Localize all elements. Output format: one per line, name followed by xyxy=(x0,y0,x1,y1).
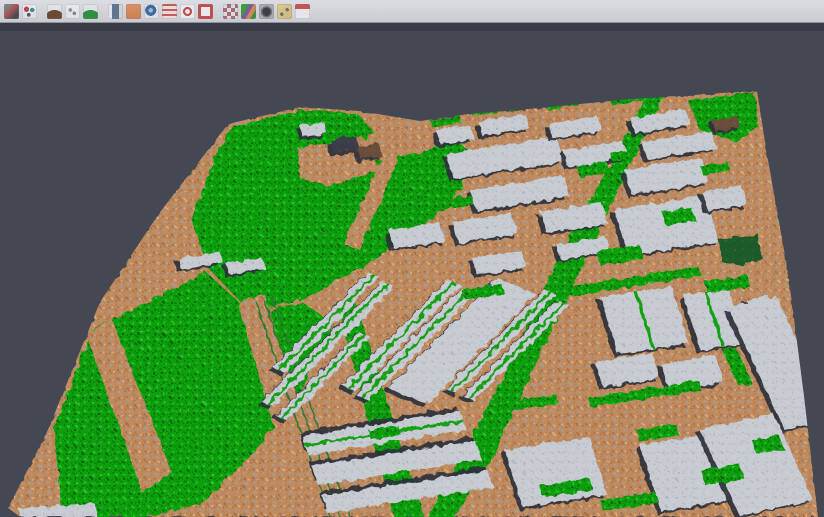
dtm-vegetation-icon[interactable] xyxy=(83,4,98,19)
app-window xyxy=(0,0,824,517)
zoom-extent-icon[interactable] xyxy=(198,4,213,19)
circle-select-icon[interactable] xyxy=(180,4,195,19)
sparse-points-icon[interactable] xyxy=(65,4,80,19)
viewport-3d-pointcloud[interactable] xyxy=(0,0,824,517)
clip-box-icon[interactable] xyxy=(295,4,310,19)
pointcloud-scene xyxy=(0,0,824,517)
toolbar-separator xyxy=(38,4,45,19)
point-cloud-icon[interactable] xyxy=(22,4,37,19)
toolbar-separator xyxy=(99,4,106,19)
point-speckle-overlay xyxy=(0,0,824,517)
dsm-terrain-icon[interactable] xyxy=(47,4,62,19)
under-toolbar-band xyxy=(0,23,824,31)
toolbar xyxy=(0,0,824,23)
toolbar-separator xyxy=(214,4,221,19)
legend-list-icon[interactable] xyxy=(162,4,177,19)
profile-view-icon[interactable] xyxy=(108,4,123,19)
camera-icon[interactable] xyxy=(259,4,274,19)
classification-colors-icon[interactable] xyxy=(241,4,256,19)
measure-icon[interactable] xyxy=(277,4,292,19)
globe-3d-icon[interactable] xyxy=(144,4,159,19)
open-project-icon[interactable] xyxy=(4,4,19,19)
ortho-view-icon[interactable] xyxy=(126,4,141,19)
texture-toggle-icon[interactable] xyxy=(223,4,238,19)
